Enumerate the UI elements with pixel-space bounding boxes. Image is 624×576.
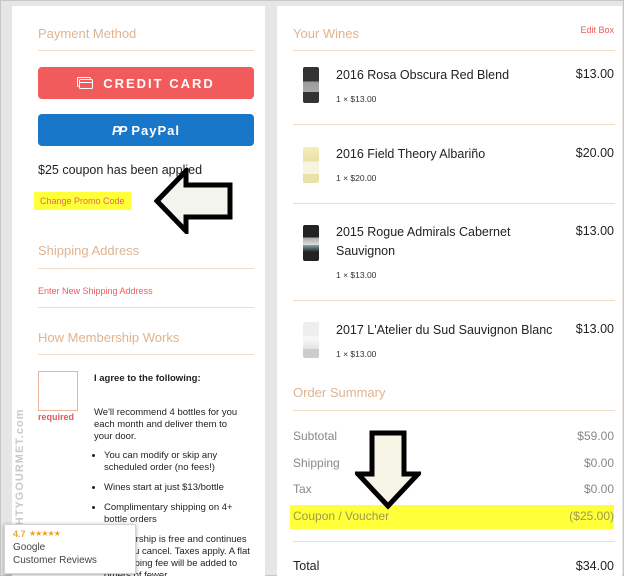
divider [293,410,615,411]
paypal-icon: PP [112,122,127,138]
divider [38,354,254,355]
divider [38,50,254,51]
shipping-address-title: Shipping Address [38,243,140,258]
wine-name: 2017 L'Atelier du Sud Sauvignon Blanc [336,323,553,337]
required-label: required [38,412,75,422]
divider [293,50,615,51]
wine-price: $13.00 [575,322,614,336]
payment-method-title: Payment Method [38,26,137,41]
google-reviews-badge[interactable]: 4.7 ★★★★★ Google Customer Reviews [4,524,136,574]
divider [293,300,615,301]
agree-heading: I agree to the following: [94,373,201,384]
checkout-right-panel: Your Wines Edit Box 2016 Rosa Obscura Re… [277,6,622,576]
total-value: $34.00 [575,559,614,573]
wine-name: 2015 Rogue Admirals Cabernet Sauvignon [336,225,511,258]
wine-bottle-image [303,225,319,261]
wine-name: 2016 Rosa Obscura Red Blend [336,68,510,82]
edit-box-link[interactable]: Edit Box [580,25,614,35]
new-shipping-address-link[interactable]: Enter New Shipping Address [38,286,153,296]
list-item: You can modify or skip any scheduled ord… [104,450,254,474]
divider [38,268,254,269]
divider [293,124,615,125]
tax-value: $0.00 [583,482,614,496]
rating-value: 4.7 [13,529,26,539]
credit-card-button[interactable]: CREDIT CARD [38,67,254,99]
credit-card-label: CREDIT CARD [103,75,215,91]
paypal-label: PayPal [131,122,180,138]
coupon-label: Coupon / Voucher [293,509,390,523]
divider [293,203,615,204]
wine-bottle-image [303,67,319,103]
wine-quantity: 1 × $13.00 [336,94,377,104]
star-rating-icon: ★★★★★ [29,529,61,538]
wine-price: $13.00 [575,67,614,81]
total-label: Total [293,559,320,573]
down-arrow-annotation [355,430,421,510]
checkout-left-panel: Payment Method CREDIT CARD PP PayPal $25… [12,6,265,576]
list-item: Wines start at just $13/bottle [104,482,254,494]
wine-quantity: 1 × $13.00 [336,270,377,280]
change-promo-code-link[interactable]: Change Promo Code [34,192,131,210]
order-summary-title: Order Summary [293,385,386,400]
your-wines-title: Your Wines [293,26,359,41]
tax-label: Tax [293,482,312,496]
wine-bottle-image [303,322,319,358]
divider [293,541,615,542]
paypal-button[interactable]: PP PayPal [38,114,254,146]
membership-title: How Membership Works [38,330,180,345]
divider [38,307,254,308]
subtotal-label: Subtotal [293,429,338,443]
subtotal-value: $59.00 [577,429,614,443]
shipping-label: Shipping [293,456,340,470]
wine-name: 2016 Field Theory Albariño [336,147,486,161]
credit-card-icon [77,77,94,89]
recommend-text: We'll recommend 4 bottles for you each m… [94,407,238,442]
google-brand: Google [13,542,46,553]
list-item: Complimentary shipping on 4+ bottle orde… [104,502,254,526]
wine-quantity: 1 × $20.00 [336,173,377,183]
left-arrow-annotation [154,168,233,234]
shipping-value: $0.00 [583,456,614,470]
wine-price: $20.00 [575,146,614,160]
wine-bottle-image [303,147,319,183]
wine-price: $13.00 [575,224,614,238]
wine-quantity: 1 × $13.00 [336,349,377,359]
coupon-value: ($25.00) [569,509,614,523]
agree-checkbox[interactable] [38,371,78,411]
customer-reviews-label: Customer Reviews [13,555,97,566]
